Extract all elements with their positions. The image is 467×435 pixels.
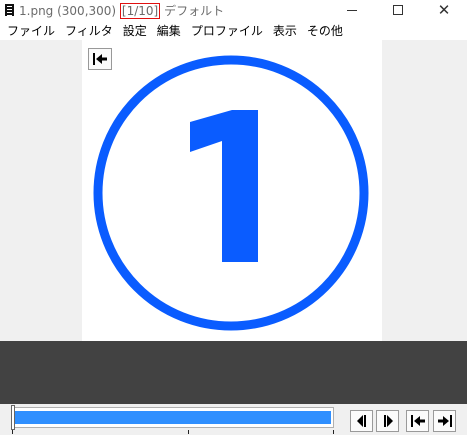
jump-first-icon xyxy=(93,53,107,65)
menu-profile[interactable]: プロファイル xyxy=(186,22,268,39)
minimize-button[interactable] xyxy=(329,0,375,20)
maximize-button[interactable] xyxy=(375,0,421,20)
menu-filter[interactable]: フィルタ xyxy=(60,22,118,39)
menu-file[interactable]: ファイル xyxy=(2,22,60,39)
menu-settings[interactable]: 設定 xyxy=(118,22,152,39)
minimize-icon xyxy=(347,9,357,11)
jump-last-icon xyxy=(437,415,452,427)
prev-frame-button[interactable] xyxy=(350,410,373,432)
seek-handle[interactable] xyxy=(11,405,15,430)
timeline-area xyxy=(0,341,467,404)
next-frame-icon xyxy=(383,415,393,427)
jump-first-frame-button[interactable] xyxy=(406,410,429,432)
title-bar: 1.png (300,300) [1/10] デフォルト ✕ xyxy=(0,0,467,20)
close-button[interactable]: ✕ xyxy=(421,0,467,20)
seek-tick xyxy=(188,430,189,434)
number-circle-image xyxy=(93,55,369,331)
maximize-icon xyxy=(393,5,403,15)
window-title-profile: デフォルト xyxy=(164,4,225,18)
preview-image xyxy=(82,40,382,341)
menu-edit[interactable]: 編集 xyxy=(152,22,186,39)
next-frame-button[interactable] xyxy=(376,410,399,432)
seek-progress xyxy=(15,411,331,424)
window-title: 1.png (300,300) [1/10] デフォルト xyxy=(19,2,224,19)
seek-bar[interactable] xyxy=(12,407,334,428)
menu-other[interactable]: その他 xyxy=(302,22,348,39)
digit-one-shape xyxy=(190,110,258,262)
frame-indicator: [1/10] xyxy=(119,3,161,19)
seek-tick xyxy=(333,430,334,434)
close-icon: ✕ xyxy=(437,0,451,19)
prev-frame-icon xyxy=(356,415,366,427)
jump-first-button[interactable] xyxy=(88,48,112,70)
menu-view[interactable]: 表示 xyxy=(268,22,302,39)
menu-bar: ファイル フィルタ 設定 編集 プロファイル 表示 その他 xyxy=(0,20,467,40)
jump-last-frame-button[interactable] xyxy=(433,410,456,432)
app-icon xyxy=(5,4,14,16)
seek-tick xyxy=(12,430,13,434)
jump-first-icon xyxy=(410,415,425,427)
window-title-filename: 1.png (300,300) xyxy=(19,4,117,18)
